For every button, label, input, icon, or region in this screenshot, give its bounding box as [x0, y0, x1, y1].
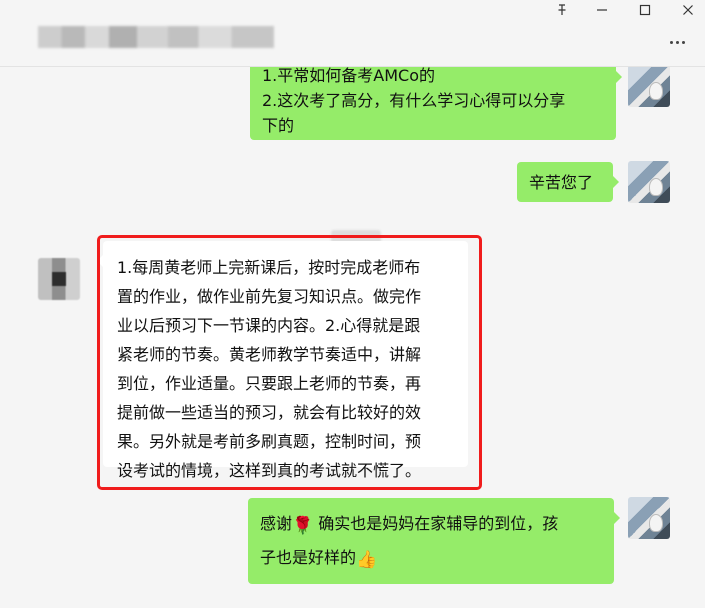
message-line: 置的作业，做作业前先复习知识点。做完作: [117, 287, 422, 306]
chat-title-redacted: [38, 26, 274, 48]
message-line: 子也是好样的👍: [260, 542, 602, 576]
message-text: 子也是好样的: [260, 548, 357, 567]
my-avatar[interactable]: [628, 161, 670, 203]
close-icon[interactable]: [672, 0, 704, 20]
message-line: 到位，作业适量。只要跟上老师的节奏，再: [117, 374, 422, 393]
message-text: 确实也是妈妈在家辅导的到位，孩: [313, 514, 559, 533]
message-line: 下的: [262, 116, 295, 135]
rose-emoji-icon: 🌹: [292, 516, 314, 536]
message-bubble-me[interactable]: 1.平常如何备考AMCo的 2.这次考了高分，有什么学习心得可以分享 下的: [250, 67, 622, 140]
message-line: 果。另外就是考前多刷真题，控制时间，预: [117, 432, 422, 451]
contact-avatar[interactable]: [38, 258, 80, 300]
message-bubble-me[interactable]: 感谢🌹 确实也是妈妈在家辅导的到位，孩 子也是好样的👍: [248, 498, 620, 584]
message-line: 紧老师的节奏。黄老师教学节奏适中，讲解: [117, 345, 422, 364]
maximize-icon[interactable]: [629, 0, 661, 20]
pin-icon[interactable]: [546, 0, 578, 20]
message-text: 辛苦您了: [529, 173, 594, 192]
message-line: 1.每周黄老师上完新课后，按时完成老师布: [117, 258, 421, 277]
message-line: 业以后预习下一节课的内容。2.心得就是跟: [117, 316, 421, 335]
message-line: 提前做一些适当的预习，就会有比较好的效: [117, 403, 422, 422]
thumbs-up-emoji-icon: 👍: [356, 550, 378, 570]
message-line: 2.这次考了高分，有什么学习心得可以分享: [262, 91, 566, 110]
message-line: 设考试的情境，这样到真的考试就不慌了。: [117, 461, 422, 480]
message-line: 1.平常如何备考AMCo的: [262, 67, 435, 85]
message-line: 感谢🌹 确实也是妈妈在家辅导的到位，孩: [260, 508, 602, 542]
ellipsis-icon[interactable]: [662, 34, 692, 50]
message-text: 感谢: [260, 514, 293, 533]
minimize-icon[interactable]: [586, 0, 618, 20]
my-avatar[interactable]: [628, 497, 670, 539]
message-bubble-other[interactable]: 1.每周黄老师上完新课后，按时完成老师布 置的作业，做作业前先复习知识点。做完作…: [97, 241, 468, 480]
title-bar: [0, 0, 705, 67]
chat-area[interactable]: 1.平常如何备考AMCo的 2.这次考了高分，有什么学习心得可以分享 下的 辛苦…: [0, 67, 705, 608]
message-bubble-me[interactable]: 辛苦您了: [517, 162, 619, 202]
my-avatar[interactable]: [628, 67, 670, 107]
